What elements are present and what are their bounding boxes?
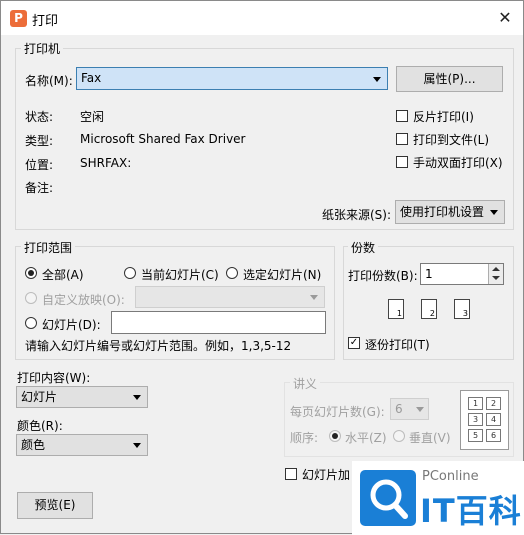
spin-down-icon[interactable] <box>492 276 500 280</box>
chevron-down-icon <box>133 443 141 448</box>
printer-name-select[interactable]: Fax <box>76 67 388 90</box>
reverse-print-label[interactable]: 反片打印(I) <box>413 108 474 125</box>
paper-source-select[interactable]: 使用打印机设置 <box>395 200 505 224</box>
handout-layout-preview: 1 2 3 4 5 6 <box>460 390 509 450</box>
chevron-down-icon <box>416 407 424 412</box>
range-current-radio[interactable] <box>124 267 136 279</box>
order-vertical-label: 垂直(V) <box>409 431 451 445</box>
print-to-file-checkbox[interactable] <box>396 133 408 145</box>
range-all-radio[interactable] <box>25 267 37 279</box>
comment-label: 备注: <box>25 181 54 195</box>
range-slides-radio[interactable] <box>25 317 37 329</box>
copies-count-value: 1 <box>425 267 433 281</box>
chevron-down-icon <box>133 395 141 400</box>
page-stack-3-icon: 3 <box>448 295 470 319</box>
paper-source-label: 纸张来源(S): <box>322 208 392 222</box>
range-selected-radio[interactable] <box>226 267 238 279</box>
collate-label[interactable]: 逐份打印(T) <box>365 336 430 353</box>
slides-input[interactable] <box>111 311 326 334</box>
manual-duplex-checkbox[interactable] <box>396 156 408 168</box>
color-label: 颜色(R): <box>17 419 63 433</box>
copies-count-input[interactable]: 1 <box>420 263 504 285</box>
range-all-label[interactable]: 全部(A) <box>42 266 84 283</box>
chevron-down-icon <box>490 210 498 215</box>
frame-slides-checkbox[interactable] <box>285 468 297 480</box>
page-stack-2-icon: 2 <box>415 295 437 319</box>
type-label: 类型: <box>25 134 54 148</box>
range-selected-label[interactable]: 选定幻灯片(N) <box>243 266 321 283</box>
print-range-label: 打印范围 <box>21 239 76 256</box>
copies-group-label: 份数 <box>348 239 379 256</box>
page-stack-1-icon: 1 <box>382 295 404 319</box>
status-value: 空闲 <box>80 110 105 124</box>
watermark-brand: PConline <box>422 469 479 484</box>
range-current-label[interactable]: 当前幻灯片(C) <box>141 266 219 283</box>
range-custom-label: 自定义放映(O): <box>42 293 125 307</box>
close-icon[interactable]: ✕ <box>491 5 519 31</box>
status-label: 状态: <box>25 110 54 124</box>
per-page-label: 每页幻灯片数(G): <box>290 405 385 419</box>
manual-duplex-label[interactable]: 手动双面打印(X) <box>413 154 503 171</box>
order-horizontal-radio[interactable] <box>329 430 341 442</box>
order-vertical-radio[interactable] <box>393 430 405 442</box>
chevron-down-icon <box>373 76 381 82</box>
watermark-it-baike: IT百科 <box>420 492 522 530</box>
printer-name-label: 名称(M): <box>25 74 73 88</box>
order-horizontal-label: 水平(Z) <box>345 431 387 445</box>
copies-count-label: 打印份数(B): <box>348 269 418 283</box>
print-what-value: 幻灯片 <box>21 390 58 404</box>
print-what-label: 打印内容(W): <box>17 371 91 385</box>
handouts-group-label: 讲义 <box>290 375 321 392</box>
range-slides-label[interactable]: 幻灯片(D): <box>42 316 101 333</box>
preview-button[interactable]: 预览(E) <box>17 492 93 519</box>
printer-name-value: Fax <box>81 71 102 85</box>
order-label: 顺序: <box>290 431 319 445</box>
copies-spinner[interactable] <box>488 264 503 284</box>
range-hint: 请输入幻灯片编号或幻灯片范围。例如，1,3,5-12 <box>25 339 292 353</box>
per-page-value: 6 <box>395 402 403 416</box>
pconline-watermark: PConline IT百科 <box>352 461 524 535</box>
title-bar: P 打印 ✕ <box>1 1 523 35</box>
type-value: Microsoft Shared Fax Driver <box>80 132 246 146</box>
print-to-file-label[interactable]: 打印到文件(L) <box>413 131 489 148</box>
location-value: SHRFAX: <box>80 156 132 170</box>
wps-presentation-icon: P <box>10 10 27 27</box>
paper-source-value: 使用打印机设置 <box>400 205 485 219</box>
chevron-down-icon <box>310 295 318 300</box>
custom-show-select[interactable] <box>135 286 325 308</box>
reverse-print-checkbox[interactable] <box>396 110 408 122</box>
print-what-select[interactable]: 幻灯片 <box>16 386 148 408</box>
color-value: 颜色 <box>21 438 46 452</box>
location-label: 位置: <box>25 158 54 172</box>
collate-checkbox[interactable]: ✓ <box>348 337 360 349</box>
frame-slides-label[interactable]: 幻灯片加 <box>302 466 350 483</box>
print-dialog: P 打印 ✕ 打印机 名称(M): Fax 属性(P)... 状态: 空闲 类型… <box>0 0 524 535</box>
color-select[interactable]: 颜色 <box>16 434 148 456</box>
properties-button[interactable]: 属性(P)... <box>396 66 503 92</box>
pconline-logo-icon <box>360 470 416 526</box>
spin-up-icon[interactable] <box>492 267 500 271</box>
per-page-select[interactable]: 6 <box>390 398 429 420</box>
dialog-title: 打印 <box>32 14 59 29</box>
range-custom-radio[interactable] <box>25 292 37 304</box>
printer-group-label: 打印机 <box>21 40 64 57</box>
